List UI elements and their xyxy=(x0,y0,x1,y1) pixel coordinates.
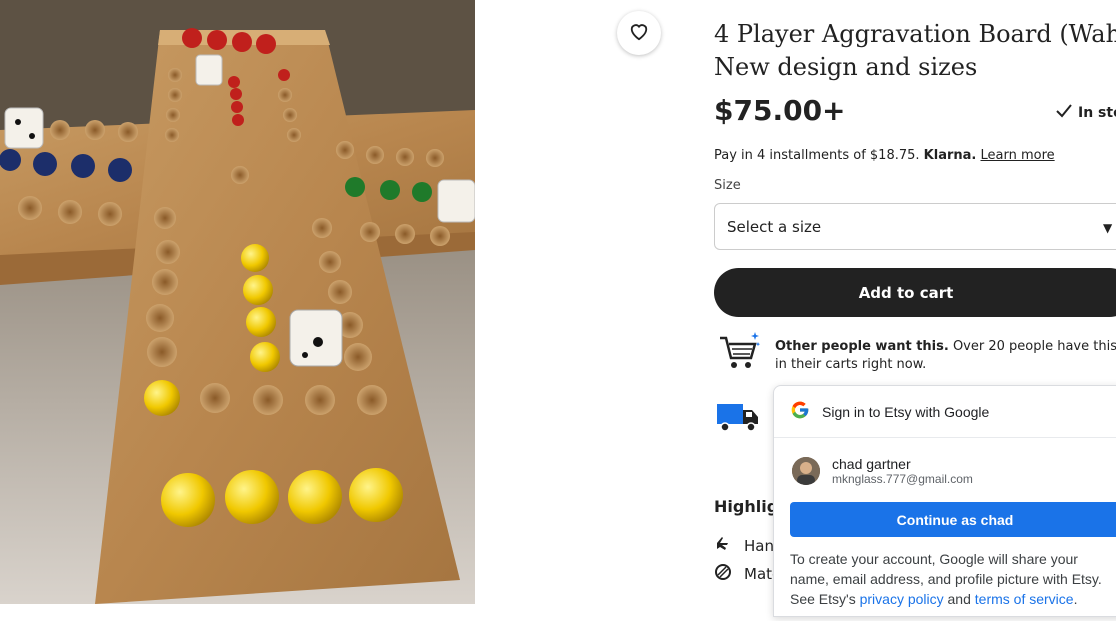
klarna-brand: Klarna. xyxy=(923,148,977,163)
privacy-policy-link[interactable]: privacy policy xyxy=(860,591,944,607)
google-prompt-header: Sign in to Etsy with Google xyxy=(774,386,1116,438)
consent-period: . xyxy=(1073,591,1078,607)
product-title-line-2: New design and sizes xyxy=(714,53,978,81)
stock-label: In stock xyxy=(1078,105,1116,121)
learn-more-link[interactable]: Learn more xyxy=(981,148,1055,163)
favorite-button[interactable] xyxy=(617,11,661,55)
installments-info: Pay in 4 installments of $18.75. Klarna.… xyxy=(714,148,1055,163)
terms-of-service-link[interactable]: terms of service xyxy=(975,591,1074,607)
size-select-value: Select a size xyxy=(727,217,822,236)
check-icon xyxy=(1056,104,1072,122)
continue-as-button[interactable]: Continue as chad xyxy=(790,502,1116,537)
add-to-cart-button[interactable]: Add to cart xyxy=(714,268,1116,317)
google-prompt-title: Sign in to Etsy with Google xyxy=(822,403,990,420)
google-signin-prompt: Sign in to Etsy with Google chad gartner… xyxy=(773,385,1116,617)
size-select[interactable]: Select a size ▼ xyxy=(714,203,1116,250)
truck-icon xyxy=(716,400,760,440)
consent-and: and xyxy=(947,591,971,607)
installments-text: Pay in 4 installments of $18.75. xyxy=(714,148,920,163)
size-label: Size xyxy=(714,178,741,193)
product-price: $75.00+ xyxy=(714,94,846,127)
demand-bold: Other people want this. xyxy=(775,339,949,354)
continue-as-label: Continue as chad xyxy=(896,511,1014,528)
google-consent-note: To create your account, Google will shar… xyxy=(774,537,1116,621)
fabric-icon xyxy=(714,563,732,585)
account-name: chad gartner xyxy=(832,456,911,472)
account-email: mknglass.777@gmail.com xyxy=(832,472,973,486)
heart-icon xyxy=(628,21,650,45)
add-to-cart-label: Add to cart xyxy=(858,283,954,302)
demand-text: Other people want this. Over 20 people h… xyxy=(775,338,1116,378)
product-photo[interactable] xyxy=(0,0,475,604)
google-logo xyxy=(790,400,810,423)
avatar xyxy=(792,457,820,485)
product-title-line-1: 4 Player Aggravation Board (Wahoo) xyxy=(714,20,1116,48)
aggravation-board-image xyxy=(0,0,475,604)
stock-status: In stock xyxy=(1056,104,1116,122)
hand-icon xyxy=(714,535,732,557)
demand-notice: Other people want this. Over 20 people h… xyxy=(717,330,1116,378)
google-account[interactable]: chad gartner mknglass.777@gmail.com xyxy=(774,438,1116,496)
caret-down-icon: ▼ xyxy=(1103,221,1113,235)
product-title: 4 Player Aggravation Board (Wahoo) New d… xyxy=(714,18,1116,84)
shopping-cart-icon xyxy=(717,330,761,378)
